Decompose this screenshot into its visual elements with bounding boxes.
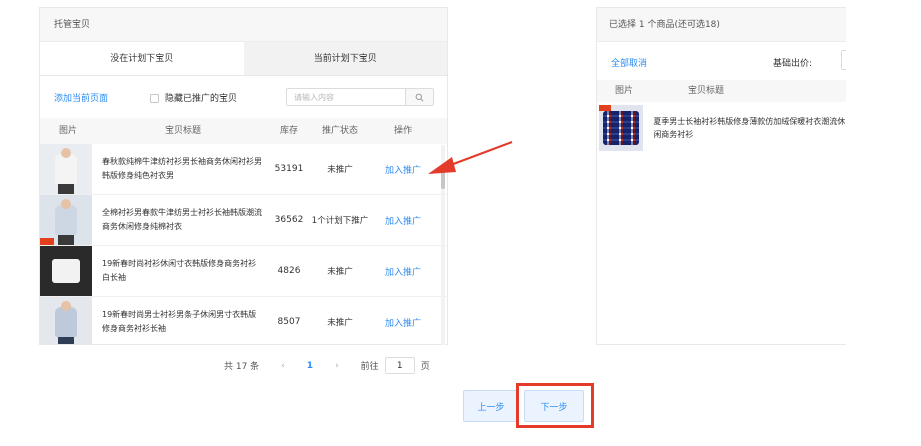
next-page-button[interactable]: › bbox=[335, 361, 339, 371]
next-step-button[interactable]: 下一步 bbox=[524, 390, 584, 422]
selected-toolbar: 全部取消 基础出价: bbox=[597, 42, 846, 80]
hide-promoted-checkbox[interactable] bbox=[150, 94, 159, 103]
add-to-promotion-link[interactable]: 加入推广 bbox=[372, 163, 434, 176]
prev-step-button[interactable]: 上一步 bbox=[463, 390, 519, 422]
add-to-promotion-link[interactable]: 加入推广 bbox=[372, 265, 434, 278]
search-button[interactable] bbox=[405, 89, 433, 105]
item-title: 19新春时尚衬衫休闲寸衣韩版修身商务衬衫白长袖 bbox=[102, 259, 257, 282]
table-row: 全棉衬衫男春款牛津纺男士衬衫长袖韩版潮流商务休闲修身纯棉衬衣 36562 1个计… bbox=[40, 195, 447, 246]
tab-in-current-plan[interactable]: 当前计划下宝贝 bbox=[244, 42, 448, 75]
table-row: 19新春时尚男士衬衫男条子休闲男寸衣韩版修身商务衬衫长袖 8507 未推广 加入… bbox=[40, 297, 447, 344]
page-number-current[interactable]: 1 bbox=[307, 361, 313, 371]
item-stock: 8507 bbox=[277, 317, 301, 327]
col-image: 图片 bbox=[58, 126, 77, 136]
base-bid-label: 基础出价: bbox=[773, 59, 813, 69]
items-scrollbar[interactable] bbox=[441, 145, 445, 345]
item-stock: 36562 bbox=[274, 215, 304, 225]
items-toolbar: 添加当前页面 隐藏已推广的宝贝 bbox=[40, 76, 447, 118]
search-input[interactable] bbox=[287, 89, 405, 105]
hide-promoted-label: 隐藏已推广的宝贝 bbox=[165, 94, 238, 104]
managed-items-title: 托管宝贝 bbox=[40, 8, 447, 42]
item-status: 未推广 bbox=[327, 267, 353, 277]
table-row: 春秋款纯棉牛津纺衬衫男长袖商务休闲衬衫男韩版修身纯色衬衣男 53191 未推广 … bbox=[40, 144, 447, 195]
item-thumbnail[interactable] bbox=[599, 105, 644, 151]
hide-promoted-toggle[interactable]: 隐藏已推广的宝贝 bbox=[150, 91, 237, 104]
col-image: 图片 bbox=[614, 86, 633, 96]
managed-items-panel: 托管宝贝 没在计划下宝贝 当前计划下宝贝 添加当前页面 隐藏已推广的宝贝 图片 … bbox=[39, 7, 448, 345]
goto-page-input[interactable] bbox=[384, 357, 415, 374]
scrollbar-thumb[interactable] bbox=[441, 167, 445, 189]
add-to-promotion-link[interactable]: 加入推广 bbox=[372, 214, 434, 227]
tab-not-in-plan[interactable]: 没在计划下宝贝 bbox=[40, 42, 244, 75]
item-thumbnail[interactable] bbox=[40, 246, 92, 296]
col-action: 操作 bbox=[393, 126, 412, 136]
selected-items-title: 已选择 1 个商品(还可选18) bbox=[597, 8, 846, 42]
item-thumbnail[interactable] bbox=[40, 144, 92, 194]
item-title: 19新春时尚男士衬衫男条子休闲男寸衣韩版修身商务衬衫长袖 bbox=[102, 310, 257, 333]
col-title: 宝贝标题 bbox=[164, 126, 201, 136]
page-unit-label: 页 bbox=[420, 362, 430, 372]
col-stock: 库存 bbox=[279, 126, 298, 136]
col-status: 推广状态 bbox=[321, 126, 358, 136]
goto-label: 前往 bbox=[360, 362, 379, 372]
col-title: 宝贝标题 bbox=[687, 86, 724, 96]
cancel-all-link[interactable]: 全部取消 bbox=[611, 56, 647, 69]
selected-items-panel: 已选择 1 个商品(还可选18) 全部取消 基础出价: 图片 宝贝标题 夏季男士… bbox=[596, 7, 846, 345]
item-stock: 4826 bbox=[277, 266, 301, 276]
search-icon bbox=[415, 93, 424, 101]
pagination: 共 17 条 ‹ 1 › 前往 页 bbox=[224, 357, 430, 374]
items-tabs: 没在计划下宝贝 当前计划下宝贝 bbox=[40, 42, 447, 76]
add-to-promotion-link[interactable]: 加入推广 bbox=[372, 316, 434, 329]
item-title: 春秋款纯棉牛津纺衬衫男长袖商务休闲衬衫男韩版修身纯色衬衣男 bbox=[102, 157, 262, 180]
search-box bbox=[286, 88, 434, 106]
add-current-page-link[interactable]: 添加当前页面 bbox=[54, 91, 108, 104]
selected-row: 夏季男士长袖衬衫韩版修身薄款仿加绒保暖衬衣潮流休闲商务衬衫 bbox=[597, 102, 846, 154]
item-thumbnail[interactable] bbox=[40, 195, 92, 245]
pagination-total: 共 17 条 bbox=[224, 362, 260, 372]
item-thumbnail[interactable] bbox=[40, 297, 92, 344]
base-bid-input[interactable] bbox=[841, 50, 846, 70]
item-status: 未推广 bbox=[327, 165, 353, 175]
item-stock: 53191 bbox=[274, 164, 304, 174]
item-title: 全棉衬衫男春款牛津纺男士衬衫长袖韩版潮流商务休闲修身纯棉衬衣 bbox=[102, 208, 262, 231]
selected-item-title: 夏季男士长袖衬衫韩版修身薄款仿加绒保暖衬衣潮流休闲商务衬衫 bbox=[653, 117, 846, 139]
item-status: 未推广 bbox=[327, 318, 353, 328]
items-table-header: 图片 宝贝标题 库存 推广状态 操作 bbox=[40, 118, 447, 144]
items-table-body: 春秋款纯棉牛津纺衬衫男长袖商务休闲衬衫男韩版修身纯色衬衣男 53191 未推广 … bbox=[40, 144, 447, 344]
prev-page-button[interactable]: ‹ bbox=[281, 361, 285, 371]
item-status: 1个计划下推广 bbox=[311, 216, 369, 226]
selected-table-header: 图片 宝贝标题 bbox=[597, 80, 846, 102]
table-row: 19新春时尚衬衫休闲寸衣韩版修身商务衬衫白长袖 4826 未推广 加入推广 bbox=[40, 246, 447, 297]
